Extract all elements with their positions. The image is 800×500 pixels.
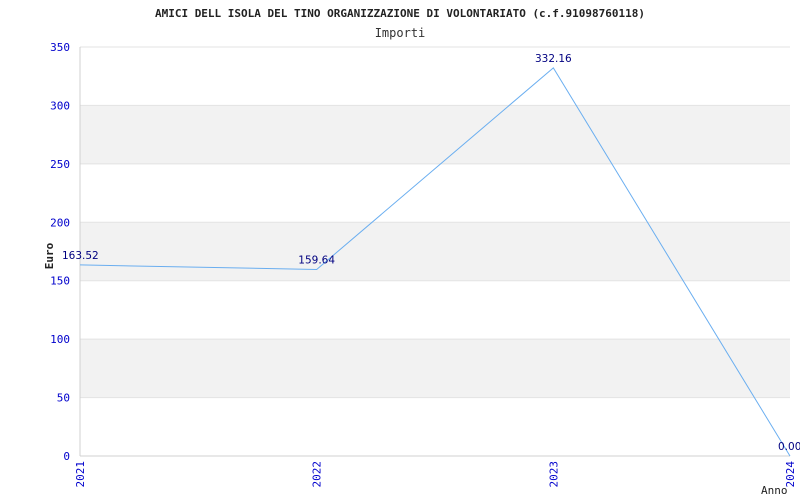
y-axis-label: Euro <box>43 242 56 269</box>
x-tick-label: 2021 <box>74 461 87 488</box>
y-tick-label: 0 <box>63 450 70 463</box>
chart-subtitle: Importi <box>375 26 426 40</box>
grid-band <box>80 222 790 281</box>
grid-band <box>80 105 790 164</box>
y-tick-label: 300 <box>50 99 70 112</box>
y-tick-label: 250 <box>50 158 70 171</box>
x-tick-label: 2022 <box>311 461 324 488</box>
y-tick-label: 150 <box>50 275 70 288</box>
grid-band <box>80 339 790 398</box>
x-tick-labels: 2021 2022 2023 2024 <box>74 461 797 488</box>
y-tick-label: 200 <box>50 216 70 229</box>
data-label: 332.16 <box>535 53 572 65</box>
data-label: 0.00 <box>778 441 800 453</box>
y-tick-label: 100 <box>50 333 70 346</box>
data-label: 159.64 <box>298 254 335 266</box>
data-label: 163.52 <box>62 250 99 262</box>
chart-title: AMICI DELL ISOLA DEL TINO ORGANIZZAZIONE… <box>155 7 645 20</box>
y-tick-label: 50 <box>57 392 70 405</box>
x-axis-label: Anno <box>761 484 788 497</box>
x-tick-label: 2023 <box>547 461 560 488</box>
y-tick-label: 350 <box>50 41 70 54</box>
chart: 050100150200250300350 2021 2022 2023 2024 1… <box>43 7 800 497</box>
grid-bands <box>80 105 790 398</box>
